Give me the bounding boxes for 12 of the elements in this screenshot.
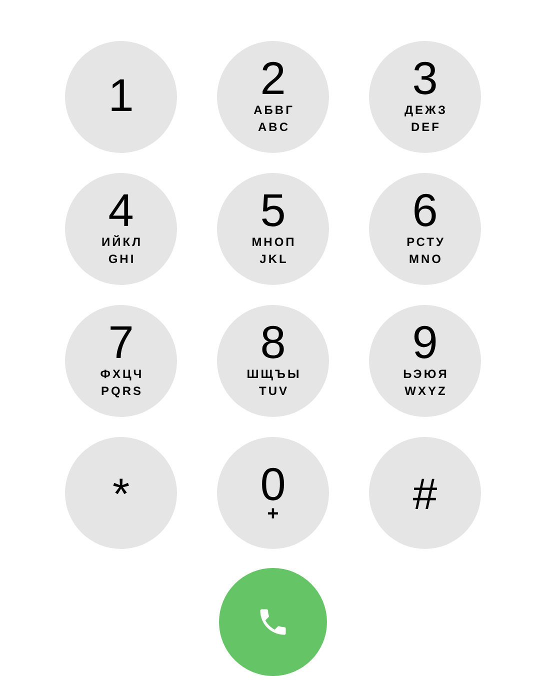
dial-key[interactable]: 3 ДЕЖЗ DEF <box>369 41 481 153</box>
dial-key[interactable]: 4 ИЙКЛ GHI <box>65 173 177 285</box>
dial-key[interactable]: 9 ЬЭЮЯ WXYZ <box>369 305 481 417</box>
dial-key[interactable]: * <box>65 437 177 549</box>
dial-key[interactable]: 7 ФХЦЧ PQRS <box>65 305 177 417</box>
dial-key[interactable]: 8 ШЩЪЫ TUV <box>217 305 329 417</box>
dial-key[interactable]: 6 РСТУ MNO <box>369 173 481 285</box>
dial-key[interactable]: # <box>369 437 481 549</box>
dial-key[interactable]: 2 АБВГ ABC <box>217 41 329 153</box>
dial-key[interactable]: 5 МНОП JKL <box>217 173 329 285</box>
dial-key[interactable]: 0 + <box>217 437 329 549</box>
dial-key[interactable]: 1 <box>65 41 177 153</box>
